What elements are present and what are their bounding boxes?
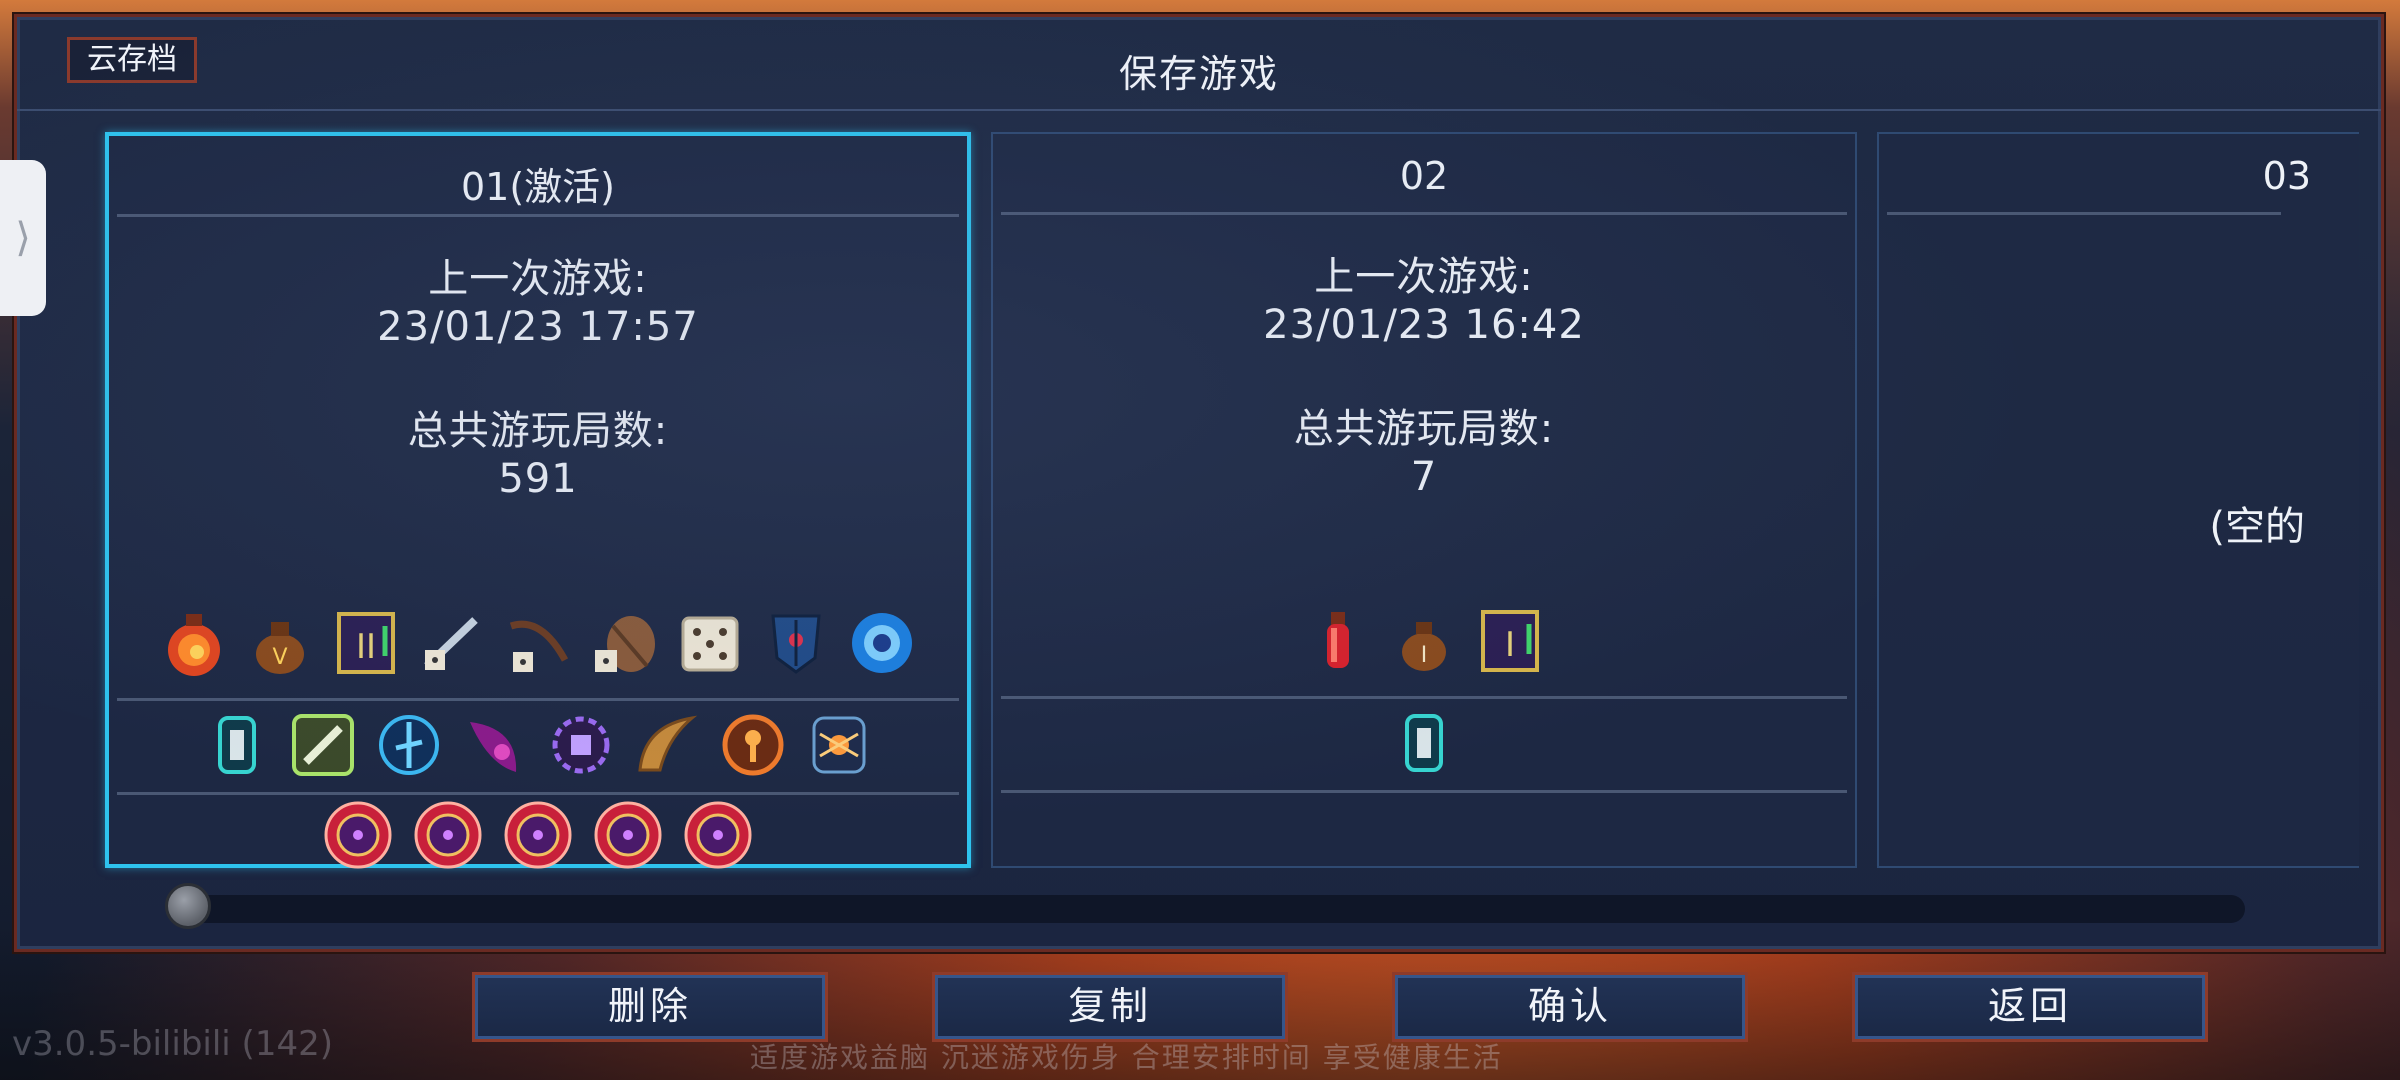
- dialog-title: 保存游戏: [1118, 52, 1279, 96]
- cloud-save-button[interactable]: 云存档: [67, 37, 197, 83]
- version-label: v3.0.5-bilibili (142): [12, 1024, 333, 1064]
- boss-cell-row: [109, 798, 967, 872]
- boss-cell-icon: [591, 798, 665, 872]
- chevron-right-icon: ⟩: [15, 215, 31, 261]
- item-row-1: II: [993, 604, 1855, 678]
- save-slot-03[interactable]: 03 (空的: [1877, 132, 2359, 868]
- side-drawer-tab[interactable]: ⟩: [0, 160, 46, 316]
- horn-icon: [630, 708, 704, 782]
- armor-dice-icon: [587, 606, 661, 680]
- save-slot-02[interactable]: 02 上一次游戏: 23/01/23 16:42 总共游玩局数: 7 II: [991, 132, 1857, 868]
- last-played-label: 上一次游戏:: [428, 256, 648, 302]
- total-runs-value: 7: [1410, 454, 1438, 500]
- money-bag-i-icon: I: [1387, 604, 1461, 678]
- delete-button[interactable]: 删除: [472, 972, 828, 1042]
- total-runs-label: 总共游玩局数:: [407, 408, 669, 454]
- rune-row: [109, 708, 967, 782]
- green-wrench-rune-icon: [286, 708, 360, 782]
- last-played-label: 上一次游戏:: [1314, 254, 1534, 300]
- blue-compass-rune-icon: [372, 708, 446, 782]
- save-slots: 01(激活) 上一次游戏: 23/01/23 17:57 总共游玩局数: 591…: [89, 122, 2359, 882]
- total-runs-label: 总共游玩局数:: [1293, 406, 1555, 452]
- slot-divider: [117, 698, 959, 701]
- white-dice-icon: [673, 606, 747, 680]
- copy-button[interactable]: 复制: [932, 972, 1288, 1042]
- health-notice: 适度游戏益脑 沉迷游戏伤身 合理安排时间 享受健康生活: [750, 1041, 1503, 1074]
- total-runs-value: 591: [498, 456, 578, 502]
- orange-key-rune-icon: [716, 708, 790, 782]
- purple-gear-rune-icon: [544, 708, 618, 782]
- rune-row: [993, 706, 1855, 780]
- crossbow-dice-icon: [501, 606, 575, 680]
- boss-cell-icon: [321, 798, 395, 872]
- scroll-i-icon: I: [1473, 604, 1547, 678]
- slot-divider: [117, 214, 959, 217]
- back-button[interactable]: 返回: [1852, 972, 2208, 1042]
- boss-cell-icon: [501, 798, 575, 872]
- item-row-1: V II: [109, 606, 967, 680]
- boss-cell-icon: [411, 798, 485, 872]
- slot-scrollbar[interactable]: [165, 883, 2245, 929]
- empty-slot-label: (空的: [2209, 504, 2305, 550]
- slot-divider: [1001, 790, 1847, 793]
- svg-text:I: I: [1421, 643, 1428, 668]
- boss-cell-icon: [681, 798, 755, 872]
- slot-name: 03: [2262, 154, 2311, 198]
- save-game-dialog: 保存游戏 云存档 01(激活) 上一次游戏: 23/01/23 17:57 总共…: [14, 14, 2384, 952]
- blade-dice-icon: [415, 606, 489, 680]
- confirm-button[interactable]: 确认: [1392, 972, 1748, 1042]
- svg-text:II: II: [356, 627, 376, 667]
- dark-shield-icon: [759, 606, 833, 680]
- slot-name: 01(激活): [460, 165, 615, 209]
- teal-bottle-rune-icon: [1387, 706, 1461, 780]
- slot-name: 02: [1399, 154, 1449, 198]
- purple-claw-rune-icon: [458, 708, 532, 782]
- blue-eye-orb-icon: [845, 606, 919, 680]
- slot-divider: [1001, 696, 1847, 699]
- red-flask-icon: [1301, 604, 1375, 678]
- teal-bottle-rune-icon: [200, 708, 274, 782]
- scrollbar-thumb[interactable]: [165, 883, 211, 929]
- save-slot-01[interactable]: 01(激活) 上一次游戏: 23/01/23 17:57 总共游玩局数: 591…: [105, 132, 971, 869]
- spider-rune-icon: [802, 708, 876, 782]
- scroll-ii-icon: II: [329, 606, 403, 680]
- last-played-value: 23/01/23 16:42: [1263, 302, 1585, 348]
- slot-divider: [117, 792, 959, 795]
- orange-potion-icon: [157, 606, 231, 680]
- slot-divider: [1887, 212, 2281, 215]
- svg-text:I: I: [1505, 625, 1515, 665]
- slot-divider: [1001, 212, 1847, 215]
- title-divider: [17, 109, 2381, 111]
- svg-text:V: V: [272, 645, 287, 670]
- money-bag-v-icon: V: [243, 606, 317, 680]
- last-played-value: 23/01/23 17:57: [377, 304, 699, 350]
